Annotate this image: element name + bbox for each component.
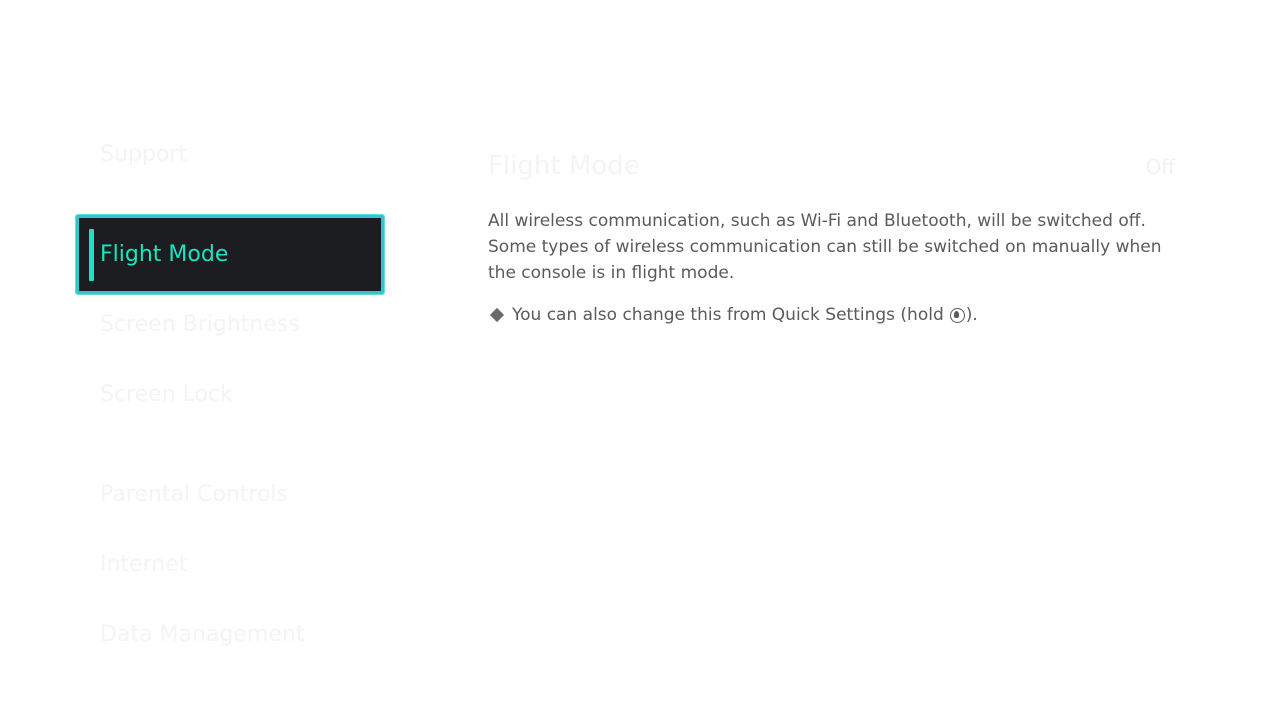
selection-accent-bar (89, 229, 94, 281)
sidebar-item-internet[interactable]: Internet (100, 550, 187, 580)
settings-sidebar: Support Flight Mode Screen Brightness Sc… (0, 0, 420, 720)
sidebar-item-parental-controls[interactable]: Parental Controls (100, 480, 288, 510)
sidebar-item-flight-mode[interactable]: Flight Mode (76, 215, 384, 294)
sidebar-item-data-management[interactable]: Data Management (100, 620, 304, 650)
setting-note: You can also change this from Quick Sett… (488, 302, 978, 328)
note-text-before: You can also change this from Quick Sett… (512, 305, 944, 325)
sidebar-item-screen-lock[interactable]: Screen Lock (100, 380, 233, 410)
sidebar-item-support[interactable]: Support (100, 140, 187, 170)
setting-description: All wireless communication, such as Wi-F… (488, 211, 1162, 283)
sidebar-item-label: Flight Mode (100, 242, 229, 267)
setting-value[interactable]: Off (1145, 154, 1175, 180)
setting-title: Flight Mode (488, 151, 640, 181)
sidebar-item-screen-brightness[interactable]: Screen Brightness (100, 310, 300, 340)
note-text-after: ). (965, 305, 978, 325)
home-button-icon (949, 307, 965, 323)
bullet-diamond-icon (489, 307, 505, 323)
